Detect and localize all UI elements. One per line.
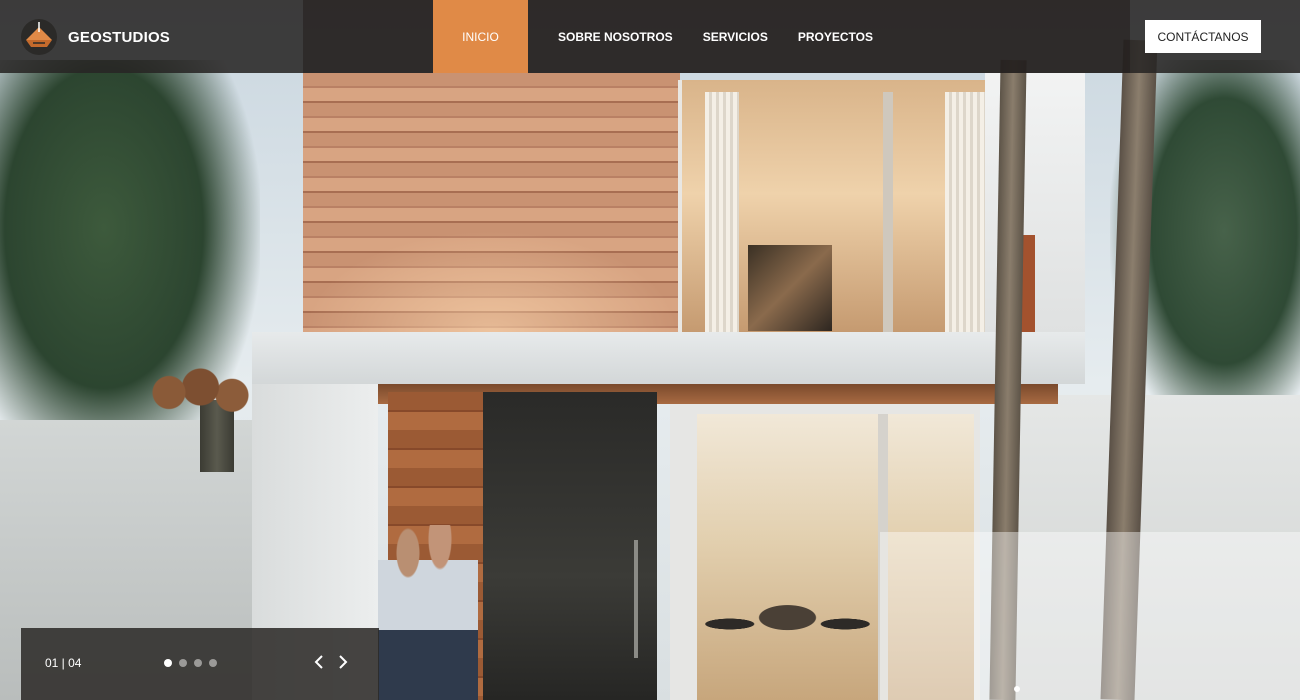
facade-lighting [303, 230, 680, 333]
nav-item-sobre-nosotros[interactable]: SOBRE NOSOTROS [543, 0, 688, 73]
contact-button[interactable]: CONTÁCTANOS [1145, 20, 1261, 53]
slide-dot-2[interactable] [179, 659, 187, 667]
hero-image [0, 0, 1300, 700]
nav-item-servicios[interactable]: SERVICIOS [688, 0, 783, 73]
pyramid-logo-icon [21, 19, 57, 55]
slide-dots [164, 659, 217, 667]
palm-fruit-cluster [148, 365, 253, 420]
frosted-overlay [880, 532, 1300, 700]
floor-slab [252, 332, 1085, 384]
brand-name: GEOSTUDIOS [68, 28, 171, 46]
site-header: GEOSTUDIOS INICIO SOBRE NOSOTROS SERVICI… [0, 0, 1300, 73]
chevron-left-icon[interactable] [311, 653, 327, 671]
interior-chairs [700, 592, 875, 656]
brand-logo[interactable]: GEOSTUDIOS [20, 18, 170, 56]
chevron-right-icon[interactable] [335, 653, 351, 671]
main-nav: INICIO SOBRE NOSOTROS SERVICIOS PROYECTO… [433, 0, 888, 73]
wall-painting [748, 245, 832, 331]
slide-dot-3[interactable] [194, 659, 202, 667]
curtain-right [945, 92, 985, 333]
nav-item-inicio[interactable]: INICIO [433, 0, 528, 73]
door-handle [634, 540, 638, 658]
slide-counter: 01 | 04 [45, 656, 82, 670]
family-figures [378, 525, 478, 700]
nav-item-proyectos[interactable]: PROYECTOS [783, 0, 888, 73]
front-door [483, 392, 657, 700]
curtain-left [705, 92, 739, 333]
slider-controls: 01 | 04 [21, 628, 379, 700]
scroll-indicator [1014, 686, 1020, 692]
slide-dot-4[interactable] [209, 659, 217, 667]
slide-dot-1[interactable] [164, 659, 172, 667]
window-divider [883, 92, 893, 333]
